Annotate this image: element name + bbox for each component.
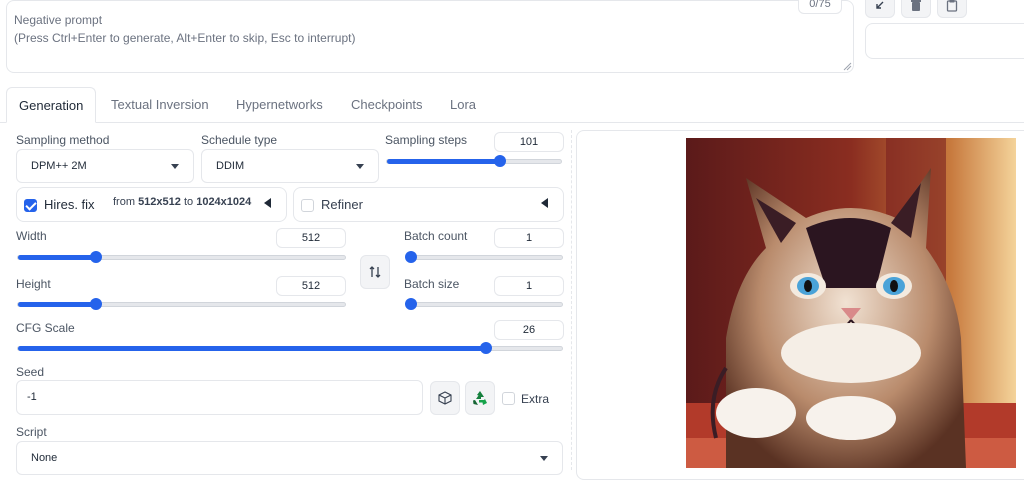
refiner-checkbox[interactable] bbox=[301, 199, 314, 212]
styles-dropdown[interactable] bbox=[865, 23, 1024, 59]
extra-seed-checkbox[interactable] bbox=[502, 392, 515, 405]
clipboard-icon bbox=[946, 0, 958, 12]
slider-fill bbox=[18, 302, 96, 307]
batch-count-label: Batch count bbox=[404, 229, 468, 243]
tab-textual-inversion[interactable]: Textual Inversion bbox=[99, 87, 221, 123]
width-input[interactable]: 512 bbox=[276, 228, 346, 248]
generated-image[interactable] bbox=[686, 138, 1016, 468]
hires-fix-label: Hires. fix bbox=[44, 197, 95, 212]
random-seed-button[interactable] bbox=[430, 381, 460, 415]
trash-icon bbox=[911, 0, 921, 11]
arrow-icon bbox=[876, 1, 884, 9]
tab-generation[interactable]: Generation bbox=[6, 87, 97, 123]
sampling-steps-label: Sampling steps bbox=[385, 133, 468, 147]
caret-left-icon[interactable] bbox=[540, 198, 550, 208]
hires-fix-checkbox[interactable] bbox=[24, 199, 37, 212]
sampling-method-label: Sampling method bbox=[16, 133, 110, 147]
tab-checkpoints[interactable]: Checkpoints bbox=[339, 87, 435, 123]
extra-seed-label: Extra bbox=[521, 392, 550, 406]
tab-hypernetworks[interactable]: Hypernetworks bbox=[224, 87, 335, 123]
token-counter: 0/75 bbox=[798, 0, 842, 14]
clear-prompt-button[interactable] bbox=[901, 0, 931, 18]
sampling-method-value: DPM++ 2M bbox=[31, 160, 87, 172]
seed-label: Seed bbox=[16, 365, 45, 379]
schedule-type-label: Schedule type bbox=[201, 133, 278, 147]
cfg-scale-input[interactable]: 26 bbox=[494, 320, 564, 340]
sampling-steps-input[interactable]: 101 bbox=[494, 132, 564, 152]
width-slider[interactable] bbox=[17, 251, 346, 263]
tab-lora[interactable]: Lora bbox=[438, 87, 488, 123]
dice-icon bbox=[438, 391, 452, 405]
reuse-seed-button[interactable] bbox=[465, 381, 495, 415]
schedule-type-select[interactable]: DDIM bbox=[201, 149, 379, 183]
caret-left-icon[interactable] bbox=[263, 198, 273, 208]
height-input[interactable]: 512 bbox=[276, 276, 346, 296]
slider-thumb[interactable] bbox=[480, 342, 492, 354]
height-label: Height bbox=[16, 277, 51, 291]
chevron-down-icon bbox=[540, 456, 548, 461]
hires-from-prefix: from bbox=[113, 196, 135, 208]
read-params-button[interactable] bbox=[865, 0, 895, 18]
batch-count-slider[interactable] bbox=[405, 251, 563, 263]
schedule-type-value: DDIM bbox=[216, 160, 245, 172]
sampling-steps-slider[interactable] bbox=[386, 155, 562, 167]
hires-to-value: 1024x1024 bbox=[196, 196, 252, 208]
slider-thumb[interactable] bbox=[405, 298, 417, 310]
script-label: Script bbox=[16, 425, 47, 439]
width-label: Width bbox=[16, 229, 47, 243]
cfg-scale-slider[interactable] bbox=[17, 342, 563, 354]
height-slider[interactable] bbox=[17, 298, 346, 310]
refiner-label: Refiner bbox=[321, 197, 363, 212]
slider-thumb[interactable] bbox=[405, 251, 417, 263]
recycle-icon bbox=[473, 391, 487, 405]
slider-fill bbox=[18, 346, 486, 351]
column-divider bbox=[571, 130, 572, 470]
slider-thumb[interactable] bbox=[494, 155, 506, 167]
batch-size-label: Batch size bbox=[404, 277, 460, 291]
seed-input[interactable]: -1 bbox=[16, 380, 423, 415]
slider-thumb[interactable] bbox=[90, 298, 102, 310]
chevron-down-icon bbox=[356, 164, 364, 169]
swap-icon bbox=[369, 266, 381, 278]
slider-thumb[interactable] bbox=[90, 251, 102, 263]
hires-from-value: 512x512 bbox=[138, 196, 181, 208]
resize-grip-icon[interactable] bbox=[843, 62, 852, 71]
hires-to-prefix: to bbox=[183, 196, 194, 208]
sampling-method-select[interactable]: DPM++ 2M bbox=[16, 149, 194, 183]
script-value: None bbox=[31, 452, 58, 464]
slider-fill bbox=[387, 159, 500, 164]
swap-dimensions-button[interactable] bbox=[360, 255, 390, 289]
negative-prompt-placeholder: (Press Ctrl+Enter to generate, Alt+Enter… bbox=[14, 31, 356, 45]
cfg-scale-label: CFG Scale bbox=[16, 321, 75, 335]
batch-count-input[interactable]: 1 bbox=[494, 228, 564, 248]
slider-fill bbox=[18, 255, 96, 260]
paste-button[interactable] bbox=[937, 0, 967, 18]
batch-size-input[interactable]: 1 bbox=[494, 276, 564, 296]
batch-size-slider[interactable] bbox=[405, 298, 563, 310]
negative-prompt-label: Negative prompt bbox=[14, 13, 103, 27]
chevron-down-icon bbox=[171, 164, 179, 169]
